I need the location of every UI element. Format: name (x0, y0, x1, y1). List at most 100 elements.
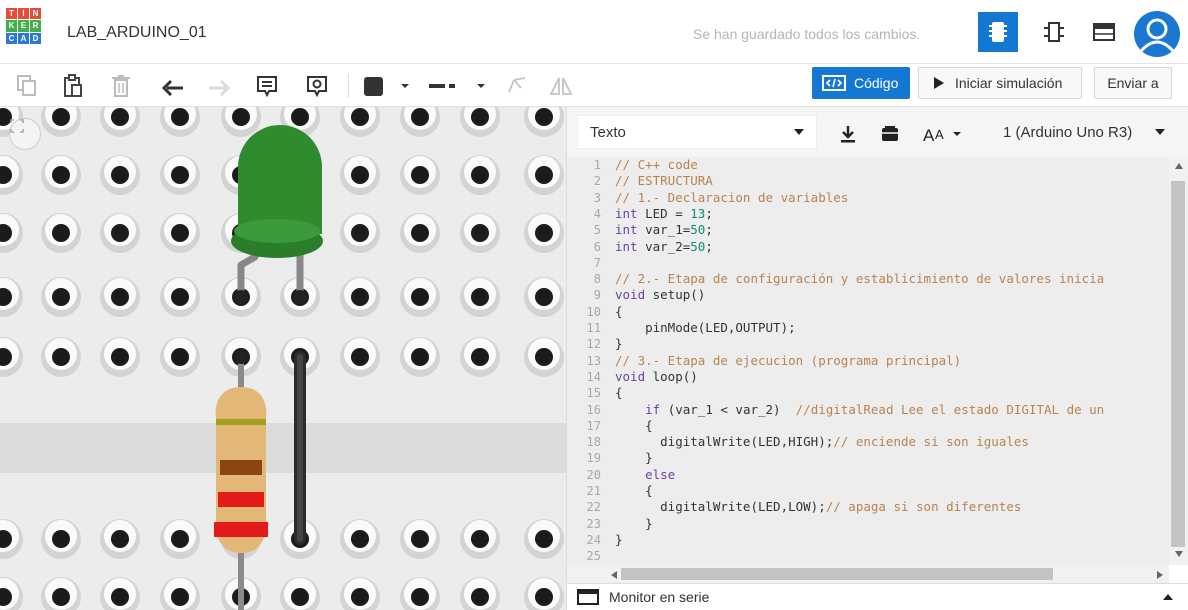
resistor[interactable] (214, 350, 268, 610)
breadboard-hole[interactable] (111, 288, 129, 306)
send-to-button[interactable]: Enviar a (1094, 67, 1172, 99)
breadboard-hole[interactable] (171, 108, 189, 126)
color-picker-button[interactable] (358, 70, 414, 102)
code-button[interactable]: Código (812, 67, 910, 99)
code-line[interactable]: 1 // C++ code (567, 157, 1167, 173)
code-line[interactable]: 3 // 1.- Declaracion de variables (567, 190, 1167, 206)
font-size-button[interactable]: A A (919, 117, 971, 151)
breadboard-hole[interactable] (351, 530, 369, 548)
breadboard-hole[interactable] (535, 288, 553, 306)
breadboard-hole[interactable] (535, 224, 553, 242)
breadboard-hole[interactable] (351, 348, 369, 366)
breadboard-hole[interactable] (171, 530, 189, 548)
delete-button[interactable] (106, 70, 136, 102)
project-title[interactable]: LAB_ARDUINO_01 (67, 24, 207, 42)
breadboard-hole[interactable] (535, 166, 553, 184)
code-line[interactable]: 12} (567, 336, 1167, 352)
breadboard-hole[interactable] (411, 224, 429, 242)
breadboard-hole[interactable] (171, 588, 189, 606)
toggle-notes-button[interactable] (302, 70, 332, 102)
breadboard-hole[interactable] (52, 348, 70, 366)
mirror-button[interactable] (500, 70, 534, 102)
code-line[interactable]: 6 int var_2=50; (567, 239, 1167, 255)
code-line[interactable]: 24} (567, 532, 1167, 548)
breadboard-hole[interactable] (471, 166, 489, 184)
breadboard-hole[interactable] (52, 530, 70, 548)
breadboard-hole[interactable] (111, 588, 129, 606)
code-line[interactable]: 14 void loop() (567, 369, 1167, 385)
note-button[interactable] (252, 70, 282, 102)
code-line[interactable]: 23 } (567, 516, 1167, 532)
code-line[interactable]: 20 else (567, 467, 1167, 483)
breadboard-hole[interactable] (471, 288, 489, 306)
breadboard-hole[interactable] (291, 108, 309, 126)
breadboard-hole[interactable] (52, 288, 70, 306)
breadboard-hole[interactable] (411, 288, 429, 306)
flip-button[interactable] (544, 70, 578, 102)
start-simulation-button[interactable]: Iniciar simulación (918, 67, 1082, 99)
breadboard-hole[interactable] (411, 108, 429, 126)
serial-monitor-bar[interactable]: Monitor en serie (567, 583, 1188, 610)
circuit-workspace[interactable] (0, 107, 566, 610)
code-line[interactable]: 10 { (567, 304, 1167, 320)
breadboard-hole[interactable] (171, 224, 189, 242)
code-line[interactable]: 22 digitalWrite(LED,LOW);// apaga si son… (567, 499, 1167, 515)
breadboard-hole[interactable] (52, 108, 70, 126)
breadboard-hole[interactable] (471, 588, 489, 606)
breadboard-hole[interactable] (52, 224, 70, 242)
breadboard-hole[interactable] (411, 166, 429, 184)
breadboard-hole[interactable] (351, 288, 369, 306)
code-line[interactable]: 16 if (var_1 < var_2) //digitalRead Lee … (567, 402, 1167, 418)
breadboard-hole[interactable] (411, 530, 429, 548)
code-line[interactable]: 13 // 3.- Etapa de ejecucion (programa pr… (567, 353, 1167, 369)
code-line[interactable]: 19 } (567, 450, 1167, 466)
breadboard-hole[interactable] (351, 224, 369, 242)
vertical-scroll-thumb[interactable] (1171, 181, 1185, 547)
horizontal-scroll-thumb[interactable] (621, 568, 1053, 580)
breadboard-hole[interactable] (171, 288, 189, 306)
code-line[interactable]: 8 // 2.- Etapa de configuración y establi… (567, 271, 1167, 287)
breadboard-hole[interactable] (171, 166, 189, 184)
code-mode-select[interactable]: Texto (577, 115, 817, 149)
code-line[interactable]: 17 { (567, 418, 1167, 434)
breadboard-hole[interactable] (411, 588, 429, 606)
code-line[interactable]: 5 int var_1=50; (567, 222, 1167, 238)
breadboard-hole[interactable] (111, 530, 129, 548)
code-line[interactable]: 2 // ESTRUCTURA (567, 173, 1167, 189)
breadboard-hole[interactable] (411, 348, 429, 366)
breadboard-hole[interactable] (471, 224, 489, 242)
line-style-button[interactable] (420, 70, 492, 102)
breadboard-hole[interactable] (535, 108, 553, 126)
zoom-to-fit-button[interactable] (9, 118, 41, 150)
breadboard-hole[interactable] (471, 530, 489, 548)
copy-button[interactable] (12, 70, 42, 102)
breadboard-hole[interactable] (471, 348, 489, 366)
download-code-button[interactable] (829, 117, 867, 151)
code-line[interactable]: 4 int LED = 13; (567, 206, 1167, 222)
breadboard-hole[interactable] (351, 108, 369, 126)
breadboard-hole[interactable] (535, 348, 553, 366)
breadboard-hole[interactable] (535, 530, 553, 548)
undo-button[interactable] (158, 70, 188, 102)
schematic-view-button[interactable] (1034, 12, 1074, 52)
library-button[interactable] (871, 117, 909, 151)
breadboard-hole[interactable] (535, 588, 553, 606)
code-line[interactable]: 18 digitalWrite(LED,HIGH);// enciende si… (567, 434, 1167, 450)
tinkercad-logo[interactable]: TIN KER CAD (6, 8, 42, 44)
breadboard-hole[interactable] (351, 588, 369, 606)
code-line[interactable]: 21 { (567, 483, 1167, 499)
paste-button[interactable] (58, 70, 88, 102)
code-line[interactable]: 11 pinMode(LED,OUTPUT); (567, 320, 1167, 336)
breadboard-hole[interactable] (52, 166, 70, 184)
breadboard-hole[interactable] (111, 224, 129, 242)
breadboard-canvas[interactable] (0, 107, 566, 610)
breadboard-hole[interactable] (471, 108, 489, 126)
breadboard-hole[interactable] (111, 108, 129, 126)
breadboard-hole[interactable] (52, 588, 70, 606)
code-line[interactable]: 7 (567, 255, 1167, 271)
code-line[interactable]: 9 void setup() (567, 287, 1167, 303)
breadboard-hole[interactable] (232, 108, 250, 126)
board-select[interactable]: 1 (Arduino Uno R3) (987, 115, 1179, 149)
breadboard-hole[interactable] (351, 166, 369, 184)
breadboard-hole[interactable] (111, 166, 129, 184)
